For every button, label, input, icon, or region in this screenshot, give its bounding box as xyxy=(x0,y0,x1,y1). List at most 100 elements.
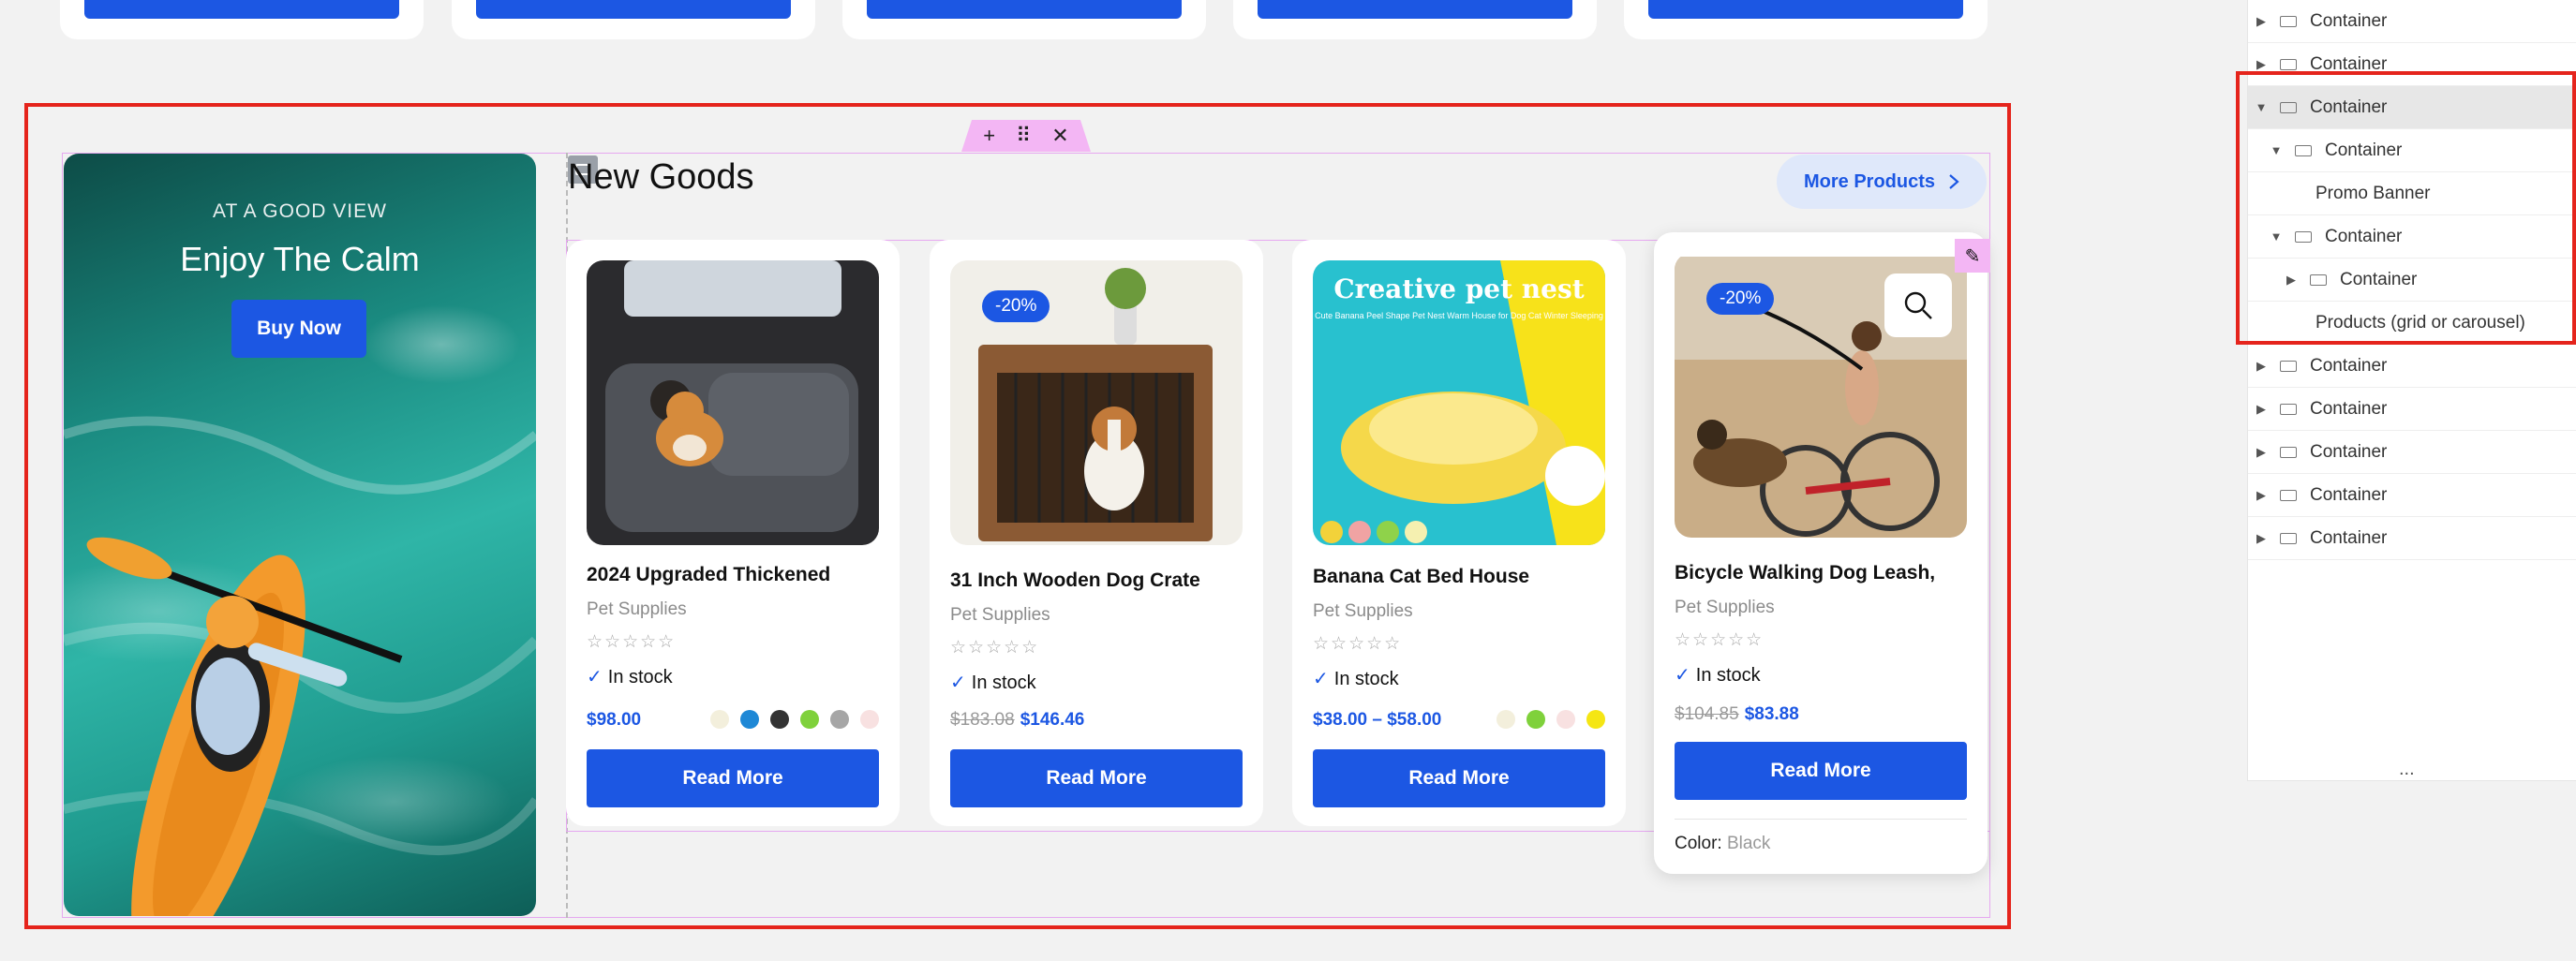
color-attribute: Color: Black xyxy=(1675,834,1770,854)
caret-right-icon[interactable]: ▶ xyxy=(2252,57,2271,72)
color-swatch[interactable] xyxy=(740,710,759,729)
navigator-item[interactable]: ▶ Container xyxy=(2248,431,2576,474)
caret-right-icon[interactable]: ▶ xyxy=(2252,445,2271,460)
navigator-item[interactable]: ▶ Container xyxy=(2248,517,2576,560)
color-swatch[interactable] xyxy=(860,710,879,729)
rating-stars: ☆☆☆☆☆ xyxy=(587,632,677,652)
caret-right-icon[interactable]: ▶ xyxy=(2252,359,2271,374)
old-price: $183.08 xyxy=(950,710,1015,730)
delete-element-icon[interactable]: ✕ xyxy=(1051,124,1068,148)
caret-right-icon[interactable]: ▶ xyxy=(2252,402,2271,417)
navigator-selection-highlight xyxy=(2236,71,2576,345)
product-card-partial xyxy=(1233,0,1597,39)
editor-canvas: + ⠿ ✕ AT A GOOD VIEW Enjoy The Calm Buy … xyxy=(0,0,2230,961)
product-image[interactable]: -20% xyxy=(1675,253,1967,538)
add-element-icon[interactable]: + xyxy=(983,124,995,148)
drag-handle-icon[interactable]: ⠿ xyxy=(1016,124,1031,148)
color-label: Color: xyxy=(1675,834,1722,853)
color-swatch[interactable] xyxy=(1556,710,1575,729)
navigator-item[interactable]: ▶ Container xyxy=(2248,0,2576,43)
read-more-button[interactable]: Read More xyxy=(587,749,879,807)
navigator-item-label: Container xyxy=(2310,10,2388,31)
product-image[interactable]: Creative pet nest Cute Banana Peel Shape… xyxy=(1313,260,1605,545)
navigator-item-label: Container xyxy=(2310,398,2388,419)
product-category[interactable]: Pet Supplies xyxy=(1675,598,1775,618)
read-more-button[interactable]: Read More xyxy=(1675,742,1967,800)
read-more-button[interactable] xyxy=(84,0,399,19)
product-category[interactable]: Pet Supplies xyxy=(950,605,1050,626)
read-more-button[interactable] xyxy=(476,0,791,19)
color-value: Black xyxy=(1726,834,1771,853)
product-card-partial xyxy=(842,0,1206,39)
discount-badge: -20% xyxy=(1706,283,1775,315)
navigator-item-label: Container xyxy=(2310,355,2388,376)
buy-now-button[interactable]: Buy Now xyxy=(231,300,366,358)
old-price: $104.85 xyxy=(1675,704,1739,724)
more-products-label: More Products xyxy=(1803,170,1936,192)
navigator-item[interactable]: ▶ Container xyxy=(2248,474,2576,517)
quick-view-button[interactable] xyxy=(1884,274,1952,337)
color-swatch[interactable] xyxy=(710,710,729,729)
product-card[interactable]: -20% 31 Inch Wooden Dog Crate Pet Suppli… xyxy=(930,240,1263,826)
read-more-button[interactable]: Read More xyxy=(1313,749,1605,807)
rating-stars: ☆☆☆☆☆ xyxy=(1313,634,1403,654)
container-icon xyxy=(2280,489,2297,501)
navigator-item-label: Container xyxy=(2310,527,2388,548)
stock-label: In stock xyxy=(1695,665,1761,686)
product-title[interactable]: Banana Cat Bed House xyxy=(1313,566,1613,588)
product-card[interactable]: 2024 Upgraded Thickened Pet Supplies ☆☆☆… xyxy=(566,240,900,826)
product-price: $183.08 $146.46 xyxy=(950,710,1084,731)
stock-label: In stock xyxy=(971,673,1036,693)
promo-banner[interactable]: AT A GOOD VIEW Enjoy The Calm Buy Now xyxy=(64,154,536,916)
image-headline: Creative pet nest xyxy=(1333,274,1584,304)
promo-subtitle: AT A GOOD VIEW xyxy=(213,200,387,222)
product-image[interactable] xyxy=(587,260,879,545)
color-swatch[interactable] xyxy=(1586,710,1605,729)
element-toolbar: + ⠿ ✕ xyxy=(961,120,1091,152)
product-category[interactable]: Pet Supplies xyxy=(1313,601,1413,622)
color-swatches xyxy=(710,710,879,729)
more-products-button[interactable]: More Products xyxy=(1777,155,1987,209)
product-category[interactable]: Pet Supplies xyxy=(587,599,687,620)
navigator-item-label: Container xyxy=(2310,484,2388,505)
product-title[interactable]: Bicycle Walking Dog Leash, xyxy=(1675,562,1974,584)
product-card-partial xyxy=(452,0,815,39)
read-more-button[interactable]: Read More xyxy=(950,749,1243,807)
product-title[interactable]: 31 Inch Wooden Dog Crate xyxy=(950,569,1250,592)
image-subtext: Cute Banana Peel Shape Pet Nest Warm Hou… xyxy=(1315,311,1603,320)
rating-stars: ☆☆☆☆☆ xyxy=(1675,630,1764,650)
product-card[interactable]: -20% Bicycle Walking Dog Leash, Pet Supp… xyxy=(1654,232,1988,874)
read-more-button[interactable] xyxy=(867,0,1182,19)
color-swatch[interactable] xyxy=(800,710,819,729)
section-title: New Goods xyxy=(568,157,754,197)
product-card[interactable]: Creative pet nest Cute Banana Peel Shape… xyxy=(1292,240,1626,826)
read-more-button[interactable] xyxy=(1258,0,1572,19)
price-value: $146.46 xyxy=(1020,710,1085,730)
price-value: $83.88 xyxy=(1744,704,1799,724)
stock-label: In stock xyxy=(1333,669,1399,689)
caret-right-icon[interactable]: ▶ xyxy=(2252,14,2271,29)
product-card-partial xyxy=(60,0,424,39)
container-icon xyxy=(2280,360,2297,372)
price-value: $38.00 – $58.00 xyxy=(1313,710,1442,730)
caret-right-icon[interactable]: ▶ xyxy=(2252,531,2271,546)
product-title[interactable]: 2024 Upgraded Thickened xyxy=(587,564,886,586)
color-swatch[interactable] xyxy=(1526,710,1545,729)
color-swatch[interactable] xyxy=(770,710,789,729)
stock-status: ✓ In stock xyxy=(1313,667,1399,690)
edit-pencil-icon[interactable]: ✎ xyxy=(1955,239,1990,273)
container-icon xyxy=(2280,58,2297,70)
product-price: $98.00 xyxy=(587,710,641,731)
caret-right-icon[interactable]: ▶ xyxy=(2252,488,2271,503)
navigator-item[interactable]: ▶ Container xyxy=(2248,388,2576,431)
search-icon xyxy=(1904,291,1932,319)
check-icon: ✓ xyxy=(950,673,966,693)
container-icon xyxy=(2280,532,2297,544)
color-swatch[interactable] xyxy=(830,710,849,729)
color-swatch[interactable] xyxy=(1496,710,1515,729)
navigator-item[interactable]: ▶ Container xyxy=(2248,345,2576,388)
read-more-button[interactable] xyxy=(1648,0,1963,19)
more-options-icon[interactable]: ... xyxy=(2399,759,2415,780)
rating-stars: ☆☆☆☆☆ xyxy=(950,638,1040,658)
product-image[interactable]: -20% xyxy=(950,260,1243,545)
